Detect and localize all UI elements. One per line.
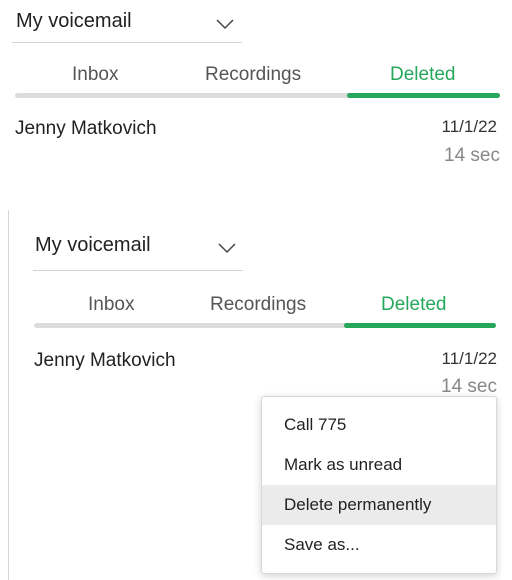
voicemail-panel-top: My voicemail Inbox Recordings Deleted Je…	[0, 0, 512, 170]
context-menu: Call 775 Mark as unread Delete permanent…	[261, 396, 497, 574]
tab-deleted[interactable]: Deleted	[381, 294, 447, 316]
voicemail-date: 11/1/22	[441, 349, 497, 368]
tab-recordings[interactable]: Recordings	[205, 64, 301, 86]
folder-dropdown-underline	[12, 42, 242, 43]
folder-dropdown-value: My voicemail	[16, 10, 132, 32]
folder-dropdown[interactable]: My voicemail	[32, 230, 244, 264]
tab-inbox[interactable]: Inbox	[72, 64, 118, 86]
folder-dropdown-underline	[33, 270, 243, 271]
voicemail-date: 11/1/22	[441, 117, 497, 136]
menu-item-mark-unread[interactable]: Mark as unread	[262, 445, 496, 485]
menu-item-call[interactable]: Call 775	[262, 405, 496, 445]
voicemail-duration: 14 sec	[441, 376, 497, 397]
tab-active-indicator	[344, 323, 496, 328]
caller-name: Jenny Matkovich	[15, 118, 157, 139]
caller-name: Jenny Matkovich	[34, 350, 176, 371]
tab-deleted[interactable]: Deleted	[390, 64, 456, 86]
menu-item-save-as[interactable]: Save as...	[262, 525, 496, 565]
tab-inbox[interactable]: Inbox	[88, 294, 134, 316]
menu-item-delete-permanently[interactable]: Delete permanently	[262, 485, 496, 525]
chevron-down-icon	[216, 19, 234, 30]
folder-dropdown[interactable]: My voicemail	[12, 6, 244, 40]
voicemail-duration: 14 sec	[444, 145, 500, 166]
voicemail-row[interactable]: Jenny Matkovich 11/1/22 14 sec	[0, 108, 512, 166]
voicemail-row[interactable]: Jenny Matkovich 11/1/22 14 sec	[9, 338, 512, 402]
tab-active-indicator	[347, 93, 500, 98]
tab-recordings[interactable]: Recordings	[210, 294, 306, 316]
folder-dropdown-value: My voicemail	[35, 234, 151, 256]
chevron-down-icon	[218, 243, 236, 254]
